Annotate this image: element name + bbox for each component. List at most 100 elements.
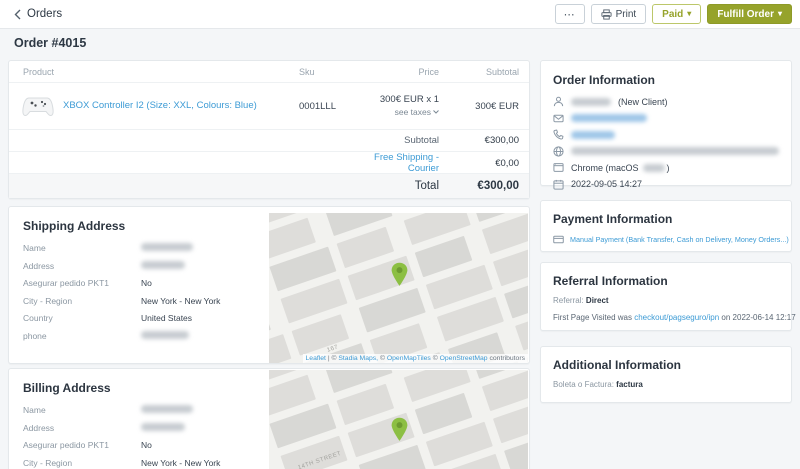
line-subtotal: 300€ EUR (439, 101, 519, 112)
phone-icon (553, 129, 564, 140)
billing-address-title: Billing Address (23, 381, 263, 395)
address-row: Name (23, 405, 263, 415)
print-button[interactable]: Print (591, 4, 647, 24)
see-taxes-toggle[interactable]: see taxes (395, 107, 439, 117)
row-value: New York - New York (141, 458, 220, 468)
email-row (553, 113, 779, 124)
redacted-email-link[interactable] (571, 114, 647, 122)
payment-method-link[interactable]: Manual Payment (Bank Transfer, Cash on D… (570, 235, 789, 244)
boleta-label: Boleta o Factura: (553, 380, 614, 389)
left-column: Product Sku Price Subtotal XBOX Controll… (8, 60, 530, 469)
phone-row (553, 129, 779, 140)
referral-information-card: Referral Information Referral: Direct Fi… (540, 262, 792, 331)
address-row: Asegurar pedido PKT1 No (23, 440, 263, 450)
table-header: Product Sku Price Subtotal (9, 61, 529, 83)
topbar-actions: ⋯ Print Paid ▾ Fulfill Order ▾ (555, 4, 792, 24)
browser-suffix: ) (667, 163, 670, 173)
back-to-orders-link[interactable]: Orders (14, 8, 62, 20)
redacted-value (141, 405, 193, 413)
leaflet-link[interactable]: Leaflet (306, 355, 326, 362)
more-actions-button[interactable]: ⋯ (555, 4, 585, 24)
order-items-card: Product Sku Price Subtotal XBOX Controll… (8, 60, 530, 199)
credit-card-icon (553, 234, 564, 245)
person-icon (553, 96, 564, 107)
row-value: No (141, 440, 152, 450)
total-label: Total (369, 180, 439, 192)
stadia-link[interactable]: Stadia Maps, (338, 355, 378, 362)
shipping-address-card: Shipping Address Name Address Asegurar p… (8, 206, 530, 364)
row-label: Name (23, 243, 141, 253)
openstreetmap-link[interactable]: OpenStreetMap (440, 355, 488, 362)
visited-prefix: First Page Visited was (553, 313, 632, 322)
see-taxes-label: see taxes (395, 107, 431, 117)
map-attribution: Leaflet | © Stadia Maps, © OpenMapTiles … (303, 354, 528, 363)
address-row: Asegurar pedido PKT1 No (23, 278, 263, 288)
paid-status-dropdown[interactable]: Paid ▾ (652, 4, 701, 24)
product-name-link[interactable]: XBOX Controller I2 (Size: XXL, Colours: … (63, 100, 257, 112)
mail-icon (553, 113, 564, 124)
printer-icon (601, 9, 612, 20)
col-price: Price (369, 67, 439, 77)
price-qty: 300€ EUR x 1 (369, 94, 439, 105)
caret-down-icon: ▾ (778, 10, 782, 18)
row-label: Name (23, 405, 141, 415)
row-label: Address (23, 423, 141, 433)
billing-address-card: Billing Address Name Address Asegurar pe… (8, 368, 530, 469)
openmaptiles-link[interactable]: OpenMapTiles (387, 355, 431, 362)
additional-information-title: Additional Information (553, 358, 779, 372)
first-page-visited-row: First Page Visited was checkout/pagsegur… (553, 313, 779, 322)
visited-page-link[interactable]: checkout/pagseguro/ipn (634, 313, 719, 322)
redacted-ip-info (571, 147, 779, 155)
chevron-left-icon (14, 9, 21, 20)
col-sku: Sku (299, 67, 369, 77)
customer-row: (New Client) (553, 96, 779, 107)
fulfill-order-button[interactable]: Fulfill Order ▾ (707, 4, 792, 24)
redacted-customer-name (571, 98, 611, 106)
boleta-row: Boleta o Factura: factura (553, 380, 779, 389)
row-value: New York - New York (141, 296, 220, 306)
shipping-map[interactable]: 167 Leaflet | © Stadia Maps, © OpenMapTi… (269, 213, 528, 363)
browser-prefix: Chrome (macOS (571, 163, 639, 173)
referral-value: Direct (586, 296, 609, 305)
order-information-title: Order Information (553, 73, 779, 87)
globe-icon (553, 146, 564, 157)
print-label: Print (616, 9, 637, 20)
ip-useragent-row (553, 146, 779, 157)
address-row: Name (23, 243, 263, 253)
col-subtotal: Subtotal (439, 67, 519, 77)
map-pin-icon[interactable] (389, 416, 410, 443)
payment-method-row: Manual Payment (Bank Transfer, Cash on D… (553, 234, 779, 245)
browser-row: Chrome (macOS ) (553, 162, 779, 173)
order-datetime: 2022-09-05 14:27 (571, 179, 642, 189)
redacted-value (141, 423, 185, 431)
right-column: Order Information (New Client) Chrome (m (540, 60, 792, 403)
shipping-value: €0,00 (439, 158, 519, 169)
calendar-icon (553, 179, 564, 190)
address-row: Country United States (23, 313, 263, 323)
product-thumbnail-controller (21, 93, 55, 119)
row-label: Country (23, 313, 141, 323)
map-tiles (269, 213, 528, 363)
redacted-value (141, 331, 189, 339)
map-pin-icon[interactable] (389, 261, 410, 288)
order-information-card: Order Information (New Client) Chrome (m (540, 60, 792, 186)
row-value: No (141, 278, 152, 288)
address-row: City - Region New York - New York (23, 296, 263, 306)
boleta-value: factura (616, 380, 643, 389)
col-product: Product (9, 67, 299, 77)
shipping-method-link[interactable]: Free Shipping - Courier (369, 152, 439, 174)
row-value: United States (141, 313, 192, 323)
subtotal-value: €300,00 (439, 135, 519, 146)
row-label: Asegurar pedido PKT1 (23, 278, 141, 288)
additional-information-card: Additional Information Boleta o Factura:… (540, 346, 792, 403)
total-value: €300,00 (439, 180, 519, 192)
redacted-value (141, 243, 193, 251)
redacted-phone-link[interactable] (571, 131, 615, 139)
shipping-address-title: Shipping Address (23, 219, 263, 233)
payment-information-title: Payment Information (553, 212, 779, 226)
order-detail-page: Orders ⋯ Print Paid ▾ Fulfill Order ▾ Or… (0, 0, 800, 469)
billing-map[interactable]: 14TH STREET (269, 370, 528, 469)
address-row: Address (23, 423, 263, 433)
row-label: Address (23, 261, 141, 271)
row-label: phone (23, 331, 141, 341)
